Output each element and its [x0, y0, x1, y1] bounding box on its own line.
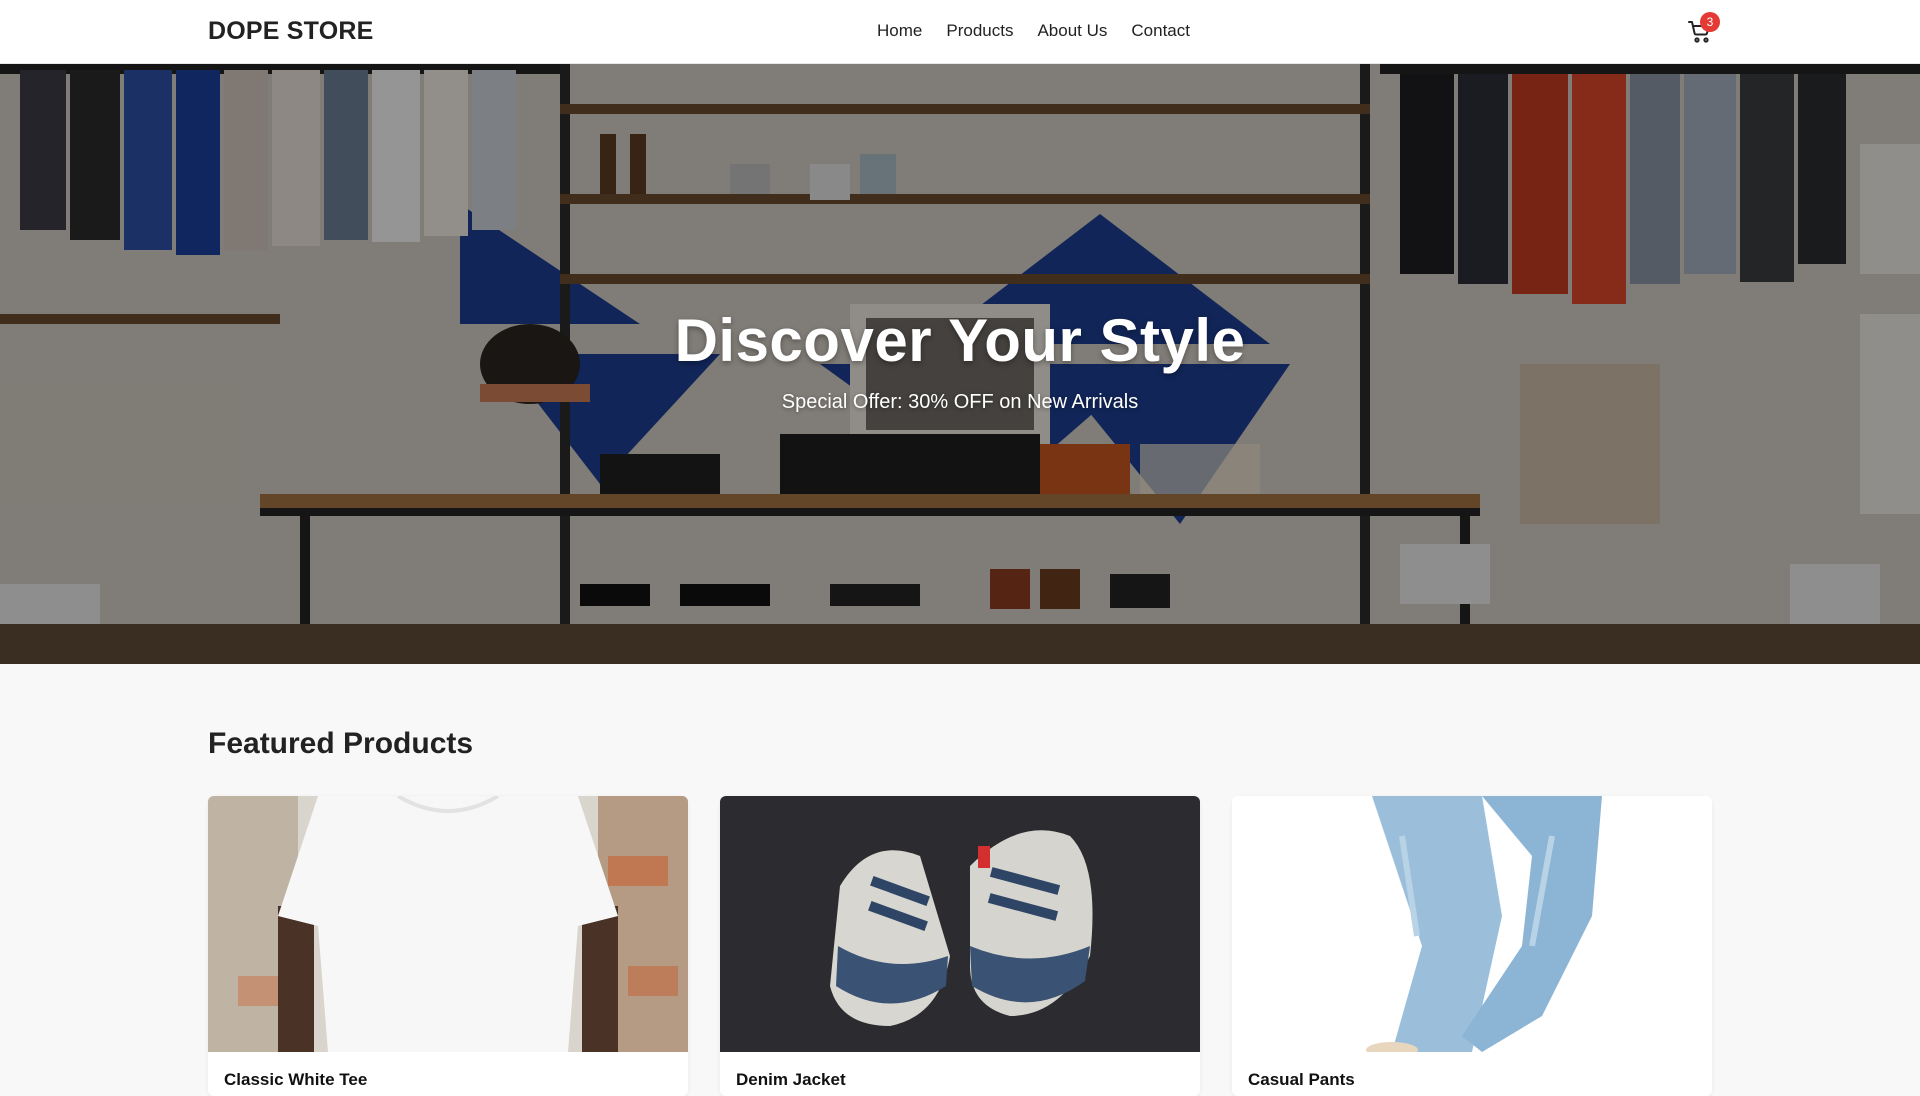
product-name: Classic White Tee [224, 1070, 368, 1089]
nav-link-about-us[interactable]: About Us [1037, 21, 1107, 41]
product-card[interactable]: Classic White Tee [208, 796, 688, 1096]
product-image [1232, 796, 1712, 1052]
nav-link-contact[interactable]: Contact [1131, 21, 1190, 41]
product-card[interactable]: Denim Jacket [720, 796, 1200, 1096]
product-image [720, 796, 1200, 1052]
hero-subtitle: Special Offer: 30% OFF on New Arrivals [781, 391, 1139, 413]
navbar: DOPE STORE Home Products About Us Contac… [0, 0, 1920, 64]
product-name: Casual Pants [1248, 1070, 1355, 1089]
product-name: Denim Jacket [736, 1070, 846, 1089]
main-nav: Home Products About Us Contact [877, 21, 1190, 41]
hero-title: Discover Your Style [674, 307, 1246, 374]
product-card[interactable]: Casual Pants [1232, 796, 1712, 1096]
hero-banner: Discover Your Style Special Offer: 30% O… [0, 64, 1920, 664]
product-image [208, 796, 688, 1052]
nav-link-home[interactable]: Home [877, 21, 922, 41]
cart-button[interactable]: 3 [1688, 12, 1720, 48]
brand-logo[interactable]: DOPE STORE [208, 17, 373, 46]
cart-count-badge: 3 [1700, 12, 1720, 32]
nav-link-products[interactable]: Products [946, 21, 1013, 41]
featured-products-heading: Featured Products [208, 727, 474, 760]
